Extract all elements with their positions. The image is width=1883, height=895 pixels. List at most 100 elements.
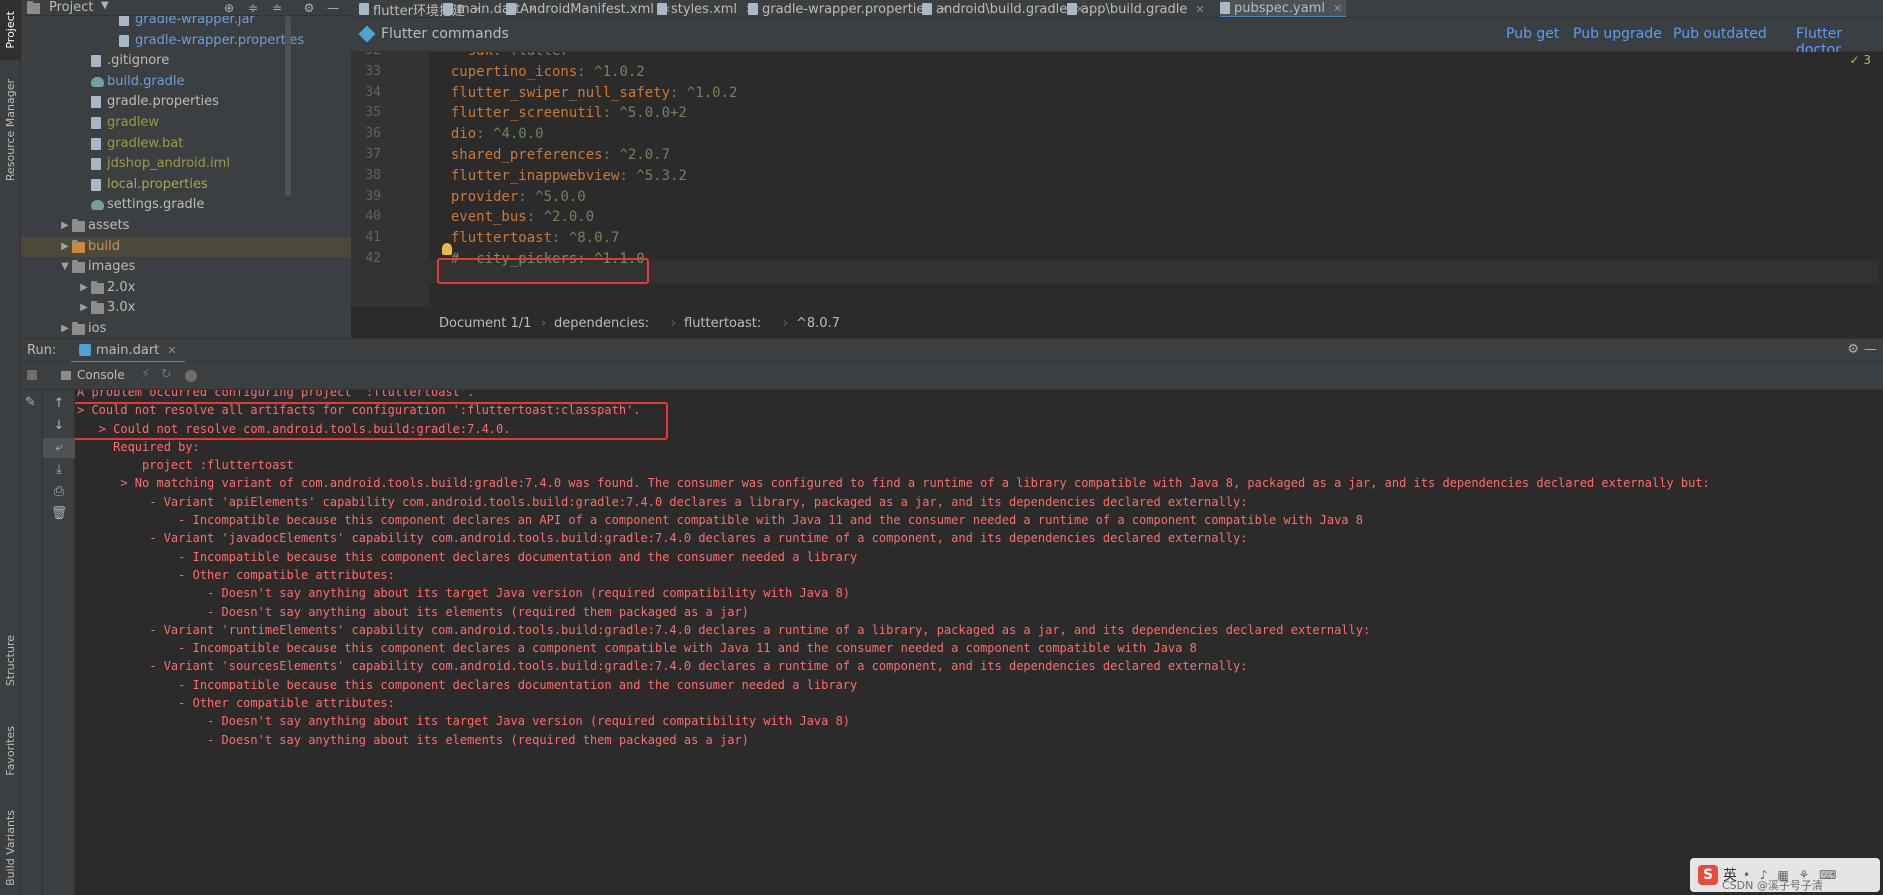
tree-item[interactable]: ▶ 2.0x: [21, 278, 351, 298]
stop-icon[interactable]: [27, 370, 37, 380]
sogou-logo-icon: S: [1698, 865, 1718, 885]
code-key: cupertino_icons: [434, 63, 578, 80]
tree-item[interactable]: ▶ ios: [21, 319, 351, 338]
editor-tab[interactable]: app\build.gradle ✕: [1067, 0, 1209, 17]
line-number: 41: [365, 230, 381, 246]
locate-icon[interactable]: ⊕: [221, 0, 237, 16]
chevron-right-icon[interactable]: ▶: [60, 216, 70, 236]
tree-item[interactable]: jdshop_android.iml: [21, 154, 351, 174]
tree-item[interactable]: ▼ images: [21, 257, 351, 277]
scroll-up-icon[interactable]: ↑: [43, 394, 75, 414]
file-icon: [359, 3, 369, 15]
project-tool-tab[interactable]: Project: [0, 0, 21, 60]
pin-icon[interactable]: ✎: [25, 395, 36, 410]
code-line: fluttertoast: ^8.0.7: [433, 228, 620, 248]
code-line: dio: ^4.0.0: [433, 124, 544, 144]
tree-scrollbar[interactable]: [285, 16, 291, 196]
file-icon: [119, 16, 129, 26]
print-icon[interactable]: ⎙: [43, 482, 75, 502]
console-output[interactable]: FAILURE: Build failed with an exception.…: [75, 390, 1883, 895]
scroll-down-icon[interactable]: ↓: [43, 416, 75, 436]
editor-tab[interactable]: styles.xml✕: [657, 0, 758, 17]
gear-icon[interactable]: ⚙: [1847, 342, 1859, 357]
pub-get-button[interactable]: Pub get: [1506, 26, 1559, 42]
run-label: Run:: [27, 343, 57, 358]
file-icon: [119, 34, 129, 47]
tree-item[interactable]: gradlew: [21, 113, 351, 133]
editor-tab[interactable]: AndroidManifest.xml✕: [506, 0, 675, 17]
chevron-right-icon[interactable]: ▶: [79, 278, 89, 298]
tree-item[interactable]: ▶ build: [21, 236, 351, 257]
line-gutter: 32 33 34 35 36 37 38 39 40 41 42: [351, 52, 429, 306]
tree-item-label: gradle-wrapper.jar: [135, 16, 255, 27]
lightbulb-icon[interactable]: [442, 243, 452, 255]
tree-item-label: settings.gradle: [107, 197, 205, 213]
pub-outdated-button[interactable]: Pub outdated: [1673, 26, 1767, 42]
code-key: fluttertoast: [434, 230, 553, 247]
chevron-down-icon[interactable]: ▼: [101, 0, 109, 11]
editor-tab-bar: flutter环境搭建 ✕ main.dart ✕ AndroidManifest.xm…: [351, 0, 1883, 18]
tree-item[interactable]: settings.gradle: [21, 195, 351, 215]
tree-item-label: gradle.properties: [107, 94, 219, 110]
close-icon[interactable]: ✕: [1195, 3, 1204, 16]
record-icon[interactable]: [185, 370, 197, 382]
tab-label: AndroidManifest.xml: [520, 1, 654, 17]
project-panel-title[interactable]: Project: [49, 0, 93, 15]
chevron-right-icon[interactable]: ▶: [60, 237, 70, 257]
minimize-icon[interactable]: —: [325, 0, 341, 16]
problems-indicator[interactable]: ✓ 3: [1849, 53, 1871, 67]
tree-item[interactable]: build.gradle: [21, 72, 351, 92]
code-line: flutter_inappwebview: ^5.3.2: [433, 166, 687, 186]
tree-item[interactable]: .gitignore: [21, 51, 351, 71]
file-icon: [91, 137, 101, 150]
gear-icon[interactable]: ⚙: [301, 0, 317, 16]
chevron-right-icon[interactable]: ▶: [60, 319, 70, 338]
gradle-icon: [91, 200, 104, 211]
breadcrumb-fluttertoast[interactable]: fluttertoast:: [684, 316, 761, 331]
tree-item[interactable]: local.properties: [21, 175, 351, 195]
tree-item[interactable]: gradle-wrapper.jar: [21, 16, 351, 30]
resource-manager-tool-tab[interactable]: Resource Manager: [0, 75, 21, 185]
minimize-icon[interactable]: —: [1864, 342, 1877, 357]
run-tab-main-dart[interactable]: main.dart ✕: [71, 339, 185, 363]
code-key: provider: [434, 188, 519, 205]
hot-restart-icon[interactable]: ↻: [161, 367, 172, 382]
file-icon: [91, 117, 101, 129]
line-number: 42: [365, 251, 381, 266]
code-key: event_bus: [434, 209, 527, 226]
tree-item[interactable]: ▶ assets: [21, 216, 351, 236]
chevron-right-icon[interactable]: ▶: [79, 298, 89, 318]
code-value: : ^5.0.0+2: [602, 105, 687, 122]
breadcrumb-separator: ›: [671, 316, 677, 331]
code-key: flutter_screenutil: [434, 105, 603, 122]
tree-item[interactable]: gradle.properties: [21, 92, 351, 112]
close-icon[interactable]: ✕: [167, 344, 176, 357]
soft-wrap-icon[interactable]: ⤶: [43, 438, 75, 458]
breadcrumb-version[interactable]: ^8.0.7: [796, 316, 840, 331]
file-icon: [443, 3, 453, 15]
scroll-to-end-icon[interactable]: ⤓: [43, 460, 75, 480]
file-icon: [657, 3, 667, 15]
tree-item[interactable]: gradle-wrapper.properties: [21, 31, 351, 51]
console-tab[interactable]: Console: [61, 368, 125, 382]
tree-item-label: images: [88, 259, 136, 275]
hot-reload-icon[interactable]: ⚡: [141, 367, 150, 382]
structure-tool-tab[interactable]: Structure: [0, 625, 21, 697]
tree-item[interactable]: ▶ 3.0x: [21, 298, 351, 318]
pub-upgrade-button[interactable]: Pub upgrade: [1573, 26, 1662, 42]
breadcrumb-dependencies[interactable]: dependencies:: [554, 316, 649, 331]
tree-item[interactable]: gradlew.bat: [21, 134, 351, 154]
chevron-down-icon[interactable]: ▼: [60, 257, 70, 277]
favorites-tool-tab[interactable]: Favorites: [0, 715, 21, 787]
build-variants-tool-tab[interactable]: Build Variants: [0, 800, 21, 895]
close-icon[interactable]: ✕: [1333, 2, 1342, 15]
collapse-all-icon[interactable]: ≐: [269, 0, 285, 16]
trash-icon[interactable]: 🗑: [43, 504, 75, 524]
breadcrumb-document[interactable]: Document 1/1: [439, 316, 531, 331]
editor-tab[interactable]: pubspec.yaml ✕: [1220, 0, 1347, 17]
editor-tab[interactable]: android\build.gradle ✕: [922, 0, 1088, 17]
flutter-commands-bar: Flutter commands Pub get Pub upgrade Pub…: [351, 18, 1883, 58]
code-editor[interactable]: 32 33 34 35 36 37 38 39 40 41 42 sdk: flutter cupe…: [351, 52, 1883, 306]
tree-item-label: 2.0x: [107, 279, 136, 295]
expand-all-icon[interactable]: ≑: [245, 0, 261, 16]
